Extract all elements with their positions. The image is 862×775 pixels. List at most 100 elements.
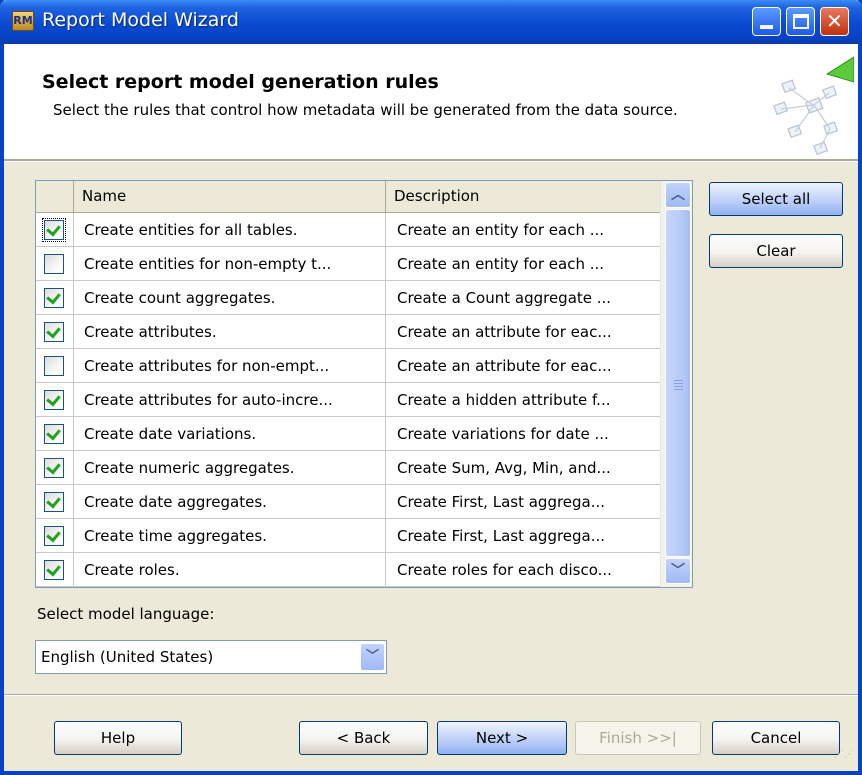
rule-description-cell[interactable]: Create variations for date ... [386,417,660,451]
rule-name-cell[interactable]: Create attributes. [74,315,386,349]
rule-description-cell[interactable]: Create First, Last aggrega... [386,485,660,519]
checkmark-icon [46,391,61,407]
page-title: Select report model generation rules [42,71,439,93]
chevron-up-icon: ︿ [671,187,685,203]
row-checkbox-cell [36,213,74,247]
page-subtitle: Select the rules that control how metada… [53,101,678,119]
rule-checkbox[interactable] [42,218,66,242]
scroll-thumb[interactable] [665,209,691,557]
minimize-button[interactable] [752,7,781,36]
checkmark-icon [46,561,61,577]
model-language-select[interactable]: English (United States) ﹀ [35,640,387,674]
scroll-down-button[interactable]: ﹀ [665,558,691,584]
grid-header: Name Description [36,181,660,213]
table-row[interactable]: Create time aggregates. Create First, Las… [36,519,660,553]
back-button[interactable]: < Back [299,721,428,755]
table-row[interactable]: Create date variations. Create variations… [36,417,660,451]
table-row[interactable]: Create attributes for non-empt... Create … [36,349,660,383]
help-button[interactable]: Help [54,721,182,755]
name-column-header[interactable]: Name [74,181,386,212]
title-bar[interactable]: RM Report Model Wizard ✕ [0,0,862,44]
rule-description-cell[interactable]: Create an entity for each ... [386,247,660,281]
rule-checkbox[interactable] [44,458,64,478]
rule-name-cell[interactable]: Create date aggregates. [74,485,386,519]
rule-checkbox[interactable] [44,356,64,376]
checkmark-icon [46,527,61,543]
chevron-down-icon: ﹀ [671,563,685,579]
maximize-button[interactable] [786,7,815,36]
report-model-app-icon: RM [12,11,34,31]
table-row[interactable]: Create attributes. Create an attribute fo… [36,315,660,349]
cancel-button[interactable]: Cancel [712,721,840,755]
checkmark-icon [46,459,61,475]
rule-description-cell[interactable]: Create roles for each disco... [386,553,660,587]
close-icon: ✕ [826,9,843,33]
checkbox-column-header [36,181,74,212]
header-divider [4,160,858,162]
rule-checkbox[interactable] [44,288,64,308]
grid-vertical-scrollbar[interactable]: ︿ ﹀ [660,181,692,587]
rule-checkbox[interactable] [44,526,64,546]
rule-description-cell[interactable]: Create an attribute for eac... [386,315,660,349]
rule-name-cell[interactable]: Create entities for all tables. [74,213,386,247]
rule-name-cell[interactable]: Create roles. [74,553,386,587]
rule-description-cell[interactable]: Create an entity for each ... [386,213,660,247]
scroll-up-button[interactable]: ︿ [665,182,691,208]
rule-description-cell[interactable]: Create First, Last aggrega... [386,519,660,553]
close-button[interactable]: ✕ [820,7,849,36]
rule-name-cell[interactable]: Create numeric aggregates. [74,451,386,485]
checkmark-icon [46,323,61,339]
table-row[interactable]: Create entities for all tables. Create an… [36,213,660,247]
rule-name-cell[interactable]: Create time aggregates. [74,519,386,553]
row-checkbox-cell [36,247,74,281]
resize-grip-icon[interactable]: ⋰⋰ [834,750,854,768]
clear-button[interactable]: Clear [709,234,843,268]
table-row[interactable]: Create numeric aggregates. Create Sum, Av… [36,451,660,485]
rule-name-cell[interactable]: Create attributes for non-empt... [74,349,386,383]
row-checkbox-cell [36,451,74,485]
dropdown-arrow-icon[interactable]: ﹀ [360,643,385,671]
row-checkbox-cell [36,485,74,519]
table-row[interactable]: Create roles. Create roles for each disco… [36,553,660,587]
model-language-label: Select model language: [37,605,215,623]
row-checkbox-cell [36,553,74,587]
rule-description-cell[interactable]: Create an attribute for eac... [386,349,660,383]
wizard-graphic-icon [773,56,854,156]
scroll-grip-icon [674,380,683,392]
rule-description-cell[interactable]: Create Sum, Avg, Min, and... [386,451,660,485]
table-row[interactable]: Create date aggregates. Create First, Las… [36,485,660,519]
rule-checkbox[interactable] [44,322,64,342]
row-checkbox-cell [36,349,74,383]
maximize-icon [793,14,809,29]
table-row[interactable]: Create attributes for auto-incre... Creat… [36,383,660,417]
report-model-wizard-window: RM Report Model Wizard ✕ Select report m… [0,0,862,775]
description-column-header[interactable]: Description [386,181,660,212]
table-row[interactable]: Create count aggregates. Create a Count a… [36,281,660,315]
next-button[interactable]: Next > [437,721,567,755]
row-checkbox-cell [36,417,74,451]
rule-checkbox[interactable] [44,424,64,444]
rule-name-cell[interactable]: Create entities for non-empty t... [74,247,386,281]
finish-button: Finish >>| [575,721,701,755]
checkmark-icon [46,289,61,305]
rule-name-cell[interactable]: Create date variations. [74,417,386,451]
rule-description-cell[interactable]: Create a Count aggregate ... [386,281,660,315]
checkmark-icon [46,493,61,509]
rule-checkbox[interactable] [44,254,64,274]
rule-checkbox[interactable] [44,492,64,512]
rules-grid[interactable]: Name Description Create entities for all… [35,180,693,588]
rule-name-cell[interactable]: Create count aggregates. [74,281,386,315]
model-language-value: English (United States) [41,648,214,666]
row-checkbox-cell [36,383,74,417]
footer-divider [4,694,858,696]
select-all-button[interactable]: Select all [709,182,843,216]
table-row[interactable]: Create entities for non-empty t... Create… [36,247,660,281]
wizard-header: Select report model generation rules Sel… [4,44,858,160]
rule-checkbox[interactable] [44,390,64,410]
rule-description-cell[interactable]: Create a hidden attribute f... [386,383,660,417]
checkmark-icon [46,425,61,441]
checkmark-icon [46,221,61,237]
row-checkbox-cell [36,315,74,349]
rule-checkbox[interactable] [44,560,64,580]
rule-name-cell[interactable]: Create attributes for auto-incre... [74,383,386,417]
